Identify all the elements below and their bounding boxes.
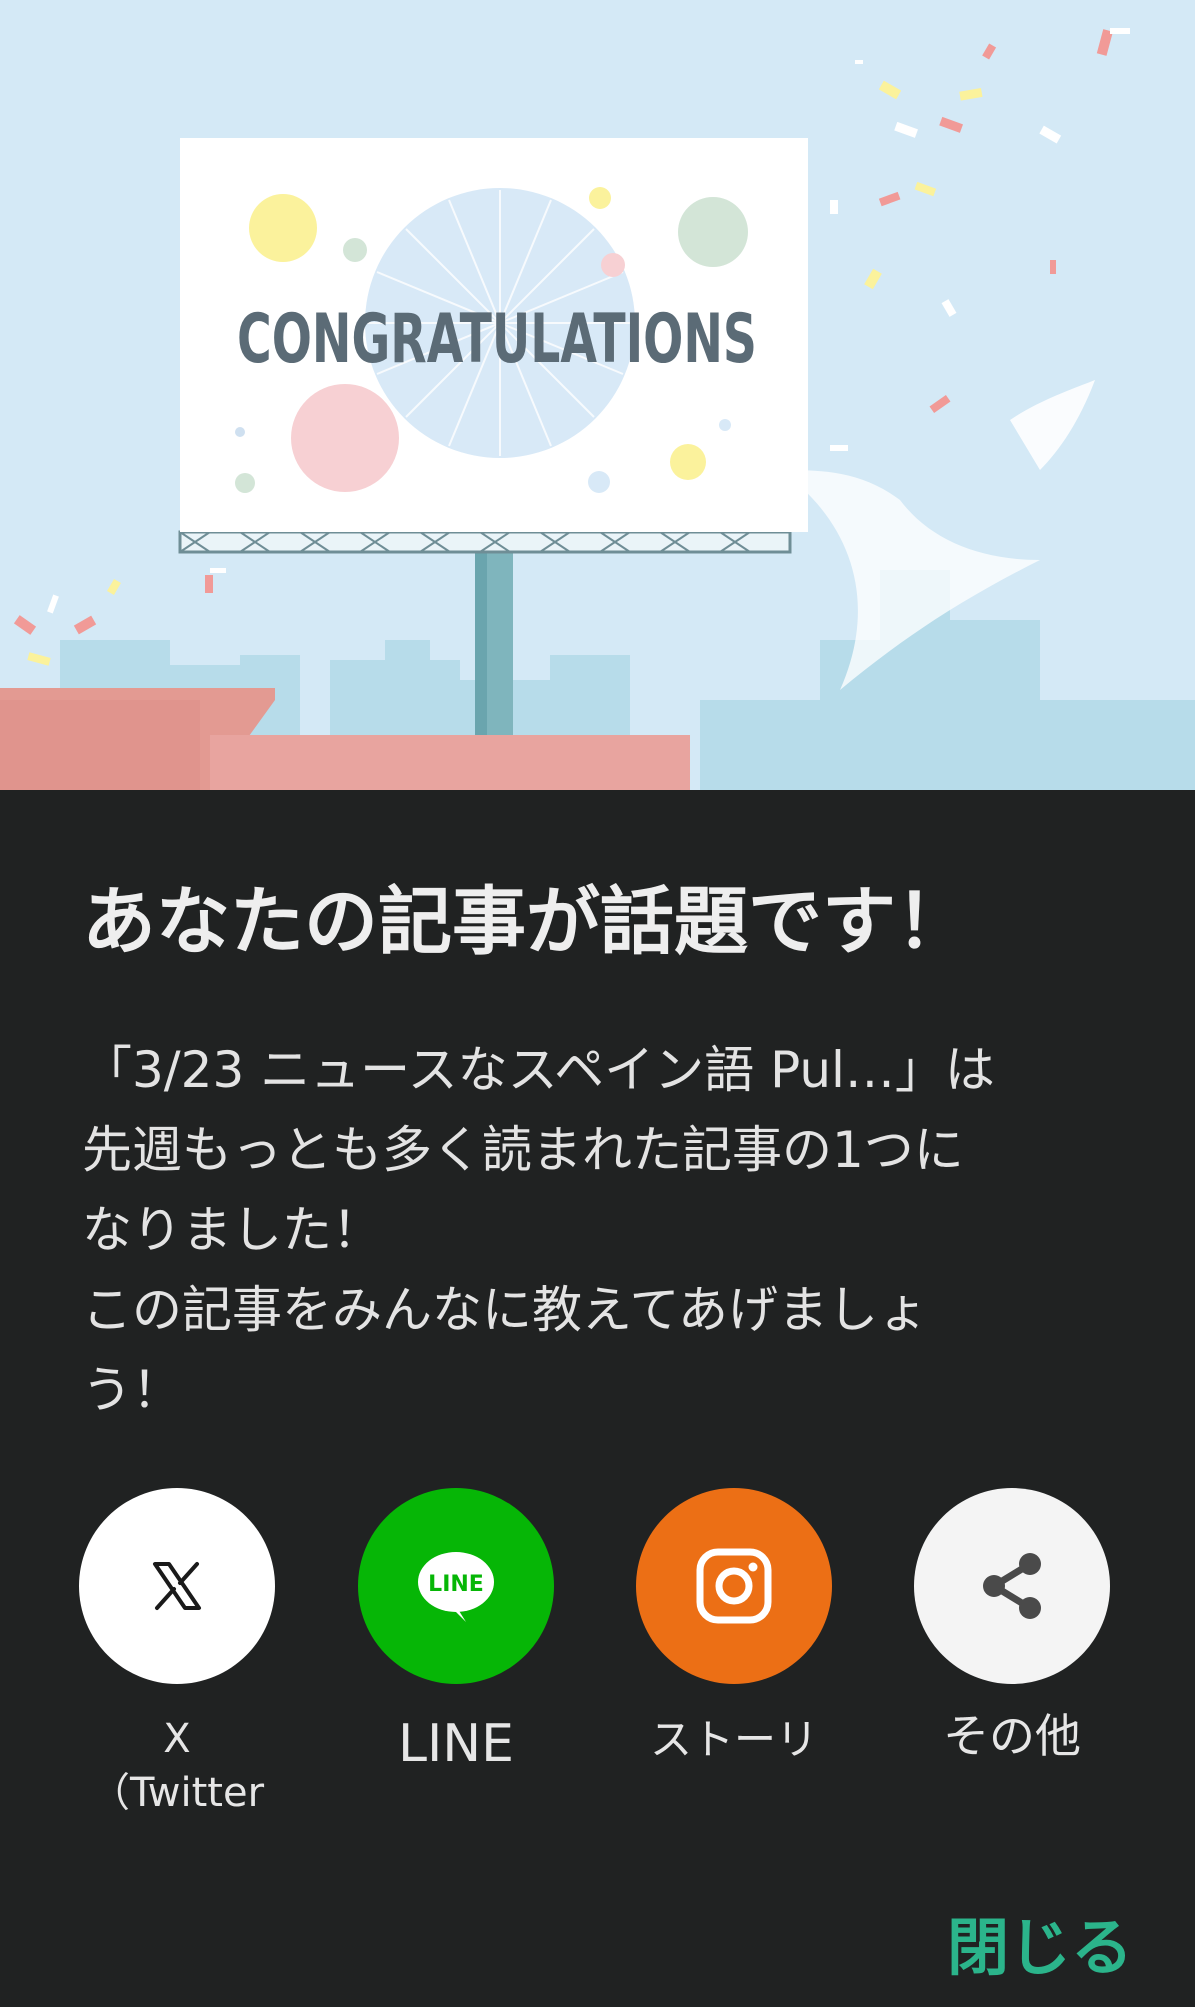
message-line: この記事をみんなに教えてあげましょ: [82, 1281, 928, 1339]
share-story-button[interactable]: ストーリ: [614, 1488, 854, 1768]
illustration-svg: CONGRATULATIONS: [0, 0, 1195, 790]
share-other-label: その他: [943, 1709, 1081, 1763]
message-line: なりました！: [82, 1201, 382, 1259]
share-story-label: ストーリ: [649, 1715, 818, 1764]
share-x-circle[interactable]: [79, 1488, 275, 1684]
share-other-button[interactable]: その他: [892, 1488, 1132, 1764]
share-x-sublabel: （Twitter: [89, 1770, 265, 1816]
congratulations-illustration: CONGRATULATIONS: [0, 0, 1195, 790]
share-line-circle[interactable]: LINE: [358, 1488, 554, 1684]
message-line: 「3/23 ニュースなスペイン語 Pul…」は: [82, 1041, 995, 1099]
share-story-circle[interactable]: [636, 1488, 832, 1684]
line-logo-text: LINE: [428, 1572, 484, 1597]
x-logo-icon: [153, 1562, 201, 1610]
billboard-text: CONGRATULATIONS: [237, 300, 757, 379]
share-dialog: CONGRATULATIONS あなたの記事が話題です！ 「3/23 ニュースな…: [0, 0, 1195, 2007]
message-line: 先週もっとも多く読まれた記事の1つに: [82, 1121, 964, 1179]
share-line-button[interactable]: LINE LINE: [336, 1488, 576, 1774]
share-other-circle[interactable]: [914, 1488, 1110, 1684]
share-x-button[interactable]: X （Twitter: [57, 1488, 297, 1820]
share-line-label: LINE: [397, 1714, 515, 1774]
message-line: う！: [82, 1361, 182, 1419]
share-x-label: X: [163, 1716, 191, 1762]
line-logo-icon: LINE: [418, 1552, 494, 1622]
share-options: X （Twitter LINE LINE ストーリ その他: [0, 1488, 1195, 1828]
close-button[interactable]: 閉じる: [947, 1908, 1133, 1988]
dialog-title: あなたの記事が話題です！: [82, 879, 970, 965]
instagram-icon: [696, 1548, 772, 1624]
dialog-message: 「3/23 ニュースなスペイン語 Pul…」は 先週もっとも多く読まれた記事の1…: [82, 1030, 1102, 1430]
share-icon: [983, 1553, 1041, 1619]
